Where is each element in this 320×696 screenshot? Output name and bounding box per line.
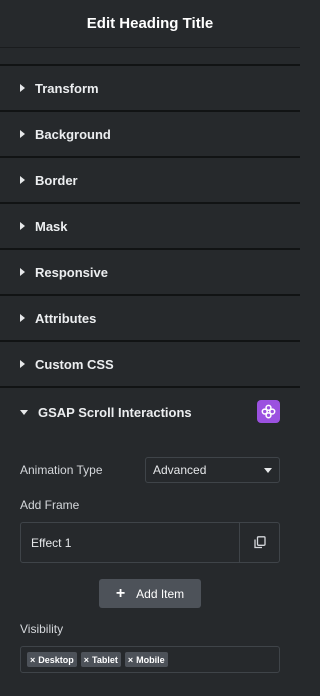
visibility-label: Visibility bbox=[20, 622, 64, 636]
panel-title: Edit Heading Title bbox=[86, 15, 214, 32]
caret-right-icon bbox=[20, 176, 25, 184]
caret-right-icon bbox=[20, 314, 25, 322]
section-mask[interactable]: Mask bbox=[0, 204, 300, 250]
section-transform[interactable]: Transform bbox=[0, 66, 300, 112]
section-label: Mask bbox=[35, 218, 68, 234]
section-label: GSAP Scroll Interactions bbox=[38, 404, 192, 420]
section-responsive[interactable]: Responsive bbox=[0, 250, 300, 296]
caret-right-icon bbox=[20, 130, 25, 138]
section-label: Transform bbox=[35, 80, 99, 96]
caret-right-icon bbox=[20, 360, 25, 368]
animation-type-select[interactable]: Advanced bbox=[145, 457, 280, 483]
chip-label: Mobile bbox=[136, 654, 165, 665]
section-label: Attributes bbox=[35, 310, 97, 326]
caret-right-icon bbox=[20, 268, 25, 276]
visibility-chip-tablet[interactable]: × Tablet bbox=[80, 652, 121, 667]
frame-name: Effect 1 bbox=[31, 535, 72, 550]
add-frame-label: Add Frame bbox=[20, 498, 80, 512]
section-label: Border bbox=[35, 172, 78, 188]
frame-item[interactable]: Effect 1 bbox=[20, 522, 280, 563]
gsap-plugin-icon bbox=[257, 400, 280, 423]
animation-type-label: Animation Type bbox=[20, 463, 103, 477]
visibility-select[interactable]: × Desktop × Tablet × Mobile bbox=[20, 646, 280, 673]
animation-type-value: Advanced bbox=[153, 463, 207, 477]
section-border[interactable]: Border bbox=[0, 158, 300, 204]
add-item-label: Add Item bbox=[136, 586, 185, 601]
panel-header: Edit Heading Title bbox=[0, 0, 300, 48]
chevron-down-icon bbox=[264, 468, 272, 473]
visibility-chip-desktop[interactable]: × Desktop bbox=[27, 652, 77, 667]
duplicate-icon[interactable] bbox=[239, 523, 279, 562]
chip-label: Desktop bbox=[38, 654, 74, 665]
remove-icon[interactable]: × bbox=[30, 655, 35, 665]
caret-right-icon bbox=[20, 84, 25, 92]
section-background[interactable]: Background bbox=[0, 112, 300, 158]
section-custom-css[interactable]: Custom CSS bbox=[0, 342, 300, 388]
section-label: Custom CSS bbox=[35, 356, 114, 372]
add-item-button[interactable]: + Add Item bbox=[99, 579, 201, 608]
visibility-chip-mobile[interactable]: × Mobile bbox=[124, 652, 168, 667]
section-gsap-scroll-interactions[interactable]: GSAP Scroll Interactions bbox=[0, 388, 300, 436]
header-gap bbox=[0, 48, 300, 66]
chip-label: Tablet bbox=[92, 654, 118, 665]
section-label: Background bbox=[35, 126, 111, 142]
remove-icon[interactable]: × bbox=[84, 655, 89, 665]
remove-icon[interactable]: × bbox=[128, 655, 133, 665]
caret-right-icon bbox=[20, 222, 25, 230]
section-attributes[interactable]: Attributes bbox=[0, 296, 300, 342]
plus-icon: + bbox=[115, 584, 126, 602]
section-label: Responsive bbox=[35, 264, 108, 280]
caret-down-icon bbox=[20, 409, 28, 415]
